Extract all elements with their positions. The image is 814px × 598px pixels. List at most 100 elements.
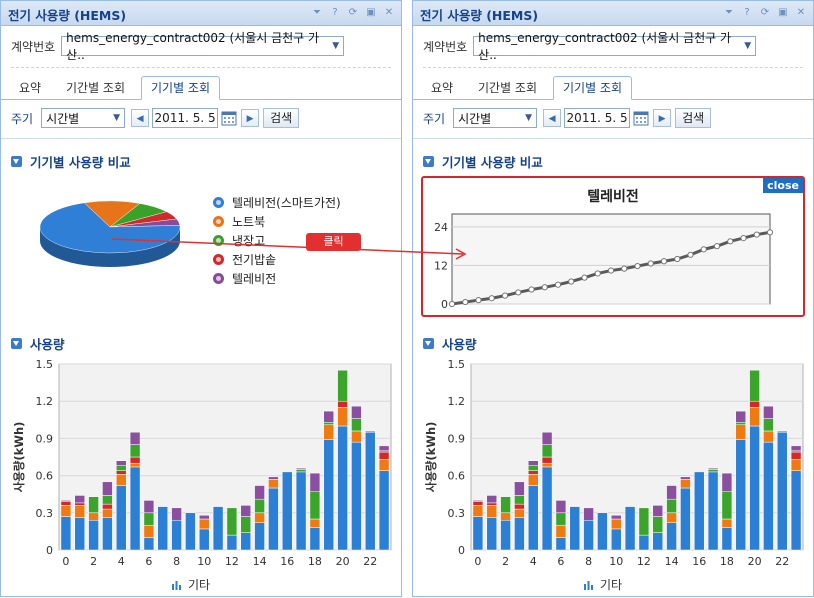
data-point[interactable] (462, 298, 469, 306)
bar-segment[interactable] (528, 465, 539, 471)
bar-segment[interactable] (528, 474, 539, 486)
data-point[interactable] (594, 270, 601, 277)
bar-segment[interactable] (74, 517, 85, 551)
bar-segment[interactable] (171, 519, 182, 551)
bar-segment[interactable] (749, 407, 760, 427)
bar-segment[interactable] (666, 522, 677, 551)
bar-segment[interactable] (129, 466, 141, 551)
bar-segment[interactable] (351, 405, 362, 419)
bar-segment[interactable] (60, 505, 72, 517)
data-point[interactable] (607, 267, 615, 274)
bar-segment[interactable] (555, 537, 567, 551)
bar-segment[interactable] (185, 512, 196, 551)
data-point[interactable] (568, 278, 575, 285)
bar-segment[interactable] (500, 519, 511, 551)
calendar-icon[interactable] (633, 110, 649, 126)
bar-segment[interactable] (486, 505, 497, 519)
bar-segment[interactable] (102, 517, 113, 551)
bar-segment[interactable] (528, 460, 539, 466)
tab-period[interactable]: 기간별 조회 (57, 77, 134, 99)
bar-segment[interactable] (240, 505, 251, 517)
bar-segment[interactable] (638, 534, 650, 551)
bar-segment[interactable] (583, 507, 594, 521)
date-input[interactable]: 2011. 5. 5 (564, 108, 631, 128)
bar-segment[interactable] (323, 410, 334, 423)
collapse-section-icon[interactable] (11, 156, 22, 167)
bar-segment[interactable] (116, 465, 127, 471)
tab-device[interactable]: 기기별 조회 (141, 76, 221, 100)
contract-select[interactable]: hems_energy_contract002 (서울시 금천구 가산.. ▼ (61, 31, 345, 62)
bar-segment[interactable] (624, 506, 636, 551)
bar-segment[interactable] (541, 456, 553, 464)
bar-segment[interactable] (611, 515, 622, 520)
bar-segment[interactable] (143, 512, 155, 526)
bar-segment[interactable] (652, 532, 663, 551)
data-point[interactable] (634, 262, 641, 270)
bar-segment[interactable] (365, 430, 376, 433)
bar-segment[interactable] (763, 441, 774, 551)
collapse-icon[interactable]: ⏷ (310, 6, 324, 20)
data-point[interactable] (766, 229, 774, 236)
bar-segment[interactable] (472, 516, 484, 551)
bar-segment[interactable] (116, 474, 127, 486)
bar-segment[interactable] (88, 496, 99, 514)
bar-segment[interactable] (721, 472, 733, 492)
bar-segment[interactable] (337, 407, 348, 427)
bar-segment[interactable] (157, 506, 168, 551)
bar-segment[interactable] (88, 512, 99, 521)
bar-segment[interactable] (555, 524, 567, 538)
bar-segment[interactable] (707, 469, 719, 473)
bar-segment[interactable] (528, 485, 539, 551)
bar-segment[interactable] (116, 485, 127, 551)
bar-segment[interactable] (323, 424, 334, 440)
bar-segment[interactable] (60, 501, 72, 506)
bar-segment[interactable] (268, 487, 279, 551)
chart-legend[interactable]: 기타 (583, 576, 622, 593)
legend-item[interactable]: 노트북 (213, 212, 341, 231)
bar-segment[interactable] (777, 431, 788, 551)
bar-segment[interactable] (777, 430, 788, 433)
bar-segment[interactable] (254, 485, 265, 500)
data-point[interactable] (581, 274, 588, 281)
bar-segment[interactable] (309, 472, 321, 492)
bar-segment[interactable] (129, 444, 141, 458)
close-icon[interactable]: ✕ (794, 6, 808, 20)
bar-segment[interactable] (541, 466, 553, 551)
bar-segment[interactable] (60, 500, 72, 502)
bar-segment[interactable] (88, 519, 99, 551)
bar-segment[interactable] (472, 505, 484, 517)
bar-segment[interactable] (541, 462, 553, 468)
bar-segment[interactable] (129, 431, 141, 445)
pie-chart[interactable] (35, 197, 185, 269)
data-point[interactable] (713, 243, 721, 250)
data-point[interactable] (554, 281, 562, 288)
bar-segment[interactable] (555, 512, 567, 526)
bar-segment[interactable] (129, 462, 141, 468)
bar-segment[interactable] (309, 518, 321, 528)
bar-segment[interactable] (472, 501, 484, 506)
bar-segment[interactable] (763, 405, 774, 419)
bar-segment[interactable] (378, 470, 390, 551)
bar-segment[interactable] (378, 445, 390, 452)
date-input[interactable]: 2011. 5. 5 (152, 108, 219, 128)
bar-segment[interactable] (514, 503, 525, 510)
period-select[interactable]: 시간별 ▼ (453, 108, 538, 128)
bar-segment[interactable] (735, 424, 746, 440)
bar-segment[interactable] (116, 460, 127, 466)
bar-segment[interactable] (694, 471, 705, 551)
bar-segment[interactable] (309, 527, 321, 551)
bar-segment[interactable] (378, 451, 390, 460)
bar-segment[interactable] (74, 502, 85, 506)
search-button[interactable]: 검색 (675, 108, 712, 128)
bar-segment[interactable] (514, 481, 525, 496)
bar-segment[interactable] (680, 479, 691, 489)
bar-segment[interactable] (500, 512, 511, 521)
bar-segment[interactable] (226, 534, 238, 551)
bar-segment[interactable] (500, 496, 511, 514)
bar-segment[interactable] (721, 518, 733, 528)
prev-date-button[interactable]: ◀ (131, 109, 150, 127)
help-icon[interactable]: ? (740, 6, 754, 20)
bar-segment[interactable] (666, 485, 677, 500)
bar-segment[interactable] (611, 518, 622, 530)
bar-segment[interactable] (282, 471, 293, 551)
